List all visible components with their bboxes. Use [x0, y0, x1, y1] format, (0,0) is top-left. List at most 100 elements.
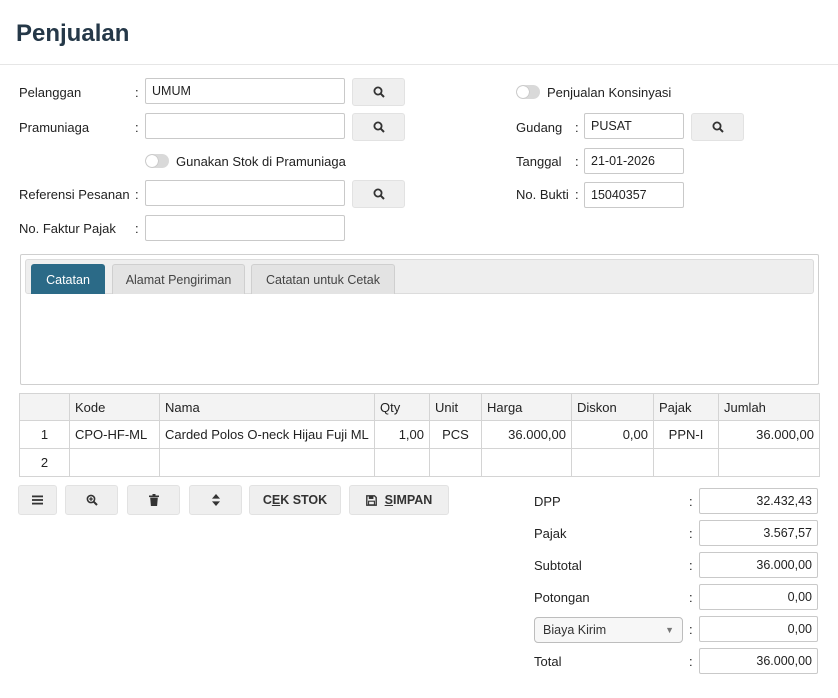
- table-row[interactable]: 2: [19, 448, 820, 477]
- referensi-colon: :: [135, 187, 139, 202]
- menu-button[interactable]: [18, 485, 57, 515]
- pajak-label: Pajak: [534, 526, 567, 541]
- cell-no: 1: [19, 420, 70, 449]
- faktur-label: No. Faktur Pajak: [19, 221, 116, 236]
- search-icon: [373, 86, 385, 98]
- gudang-colon: :: [575, 120, 579, 135]
- pajak-value: 3.567,57: [699, 520, 818, 546]
- col-header-jumlah: Jumlah: [718, 393, 820, 421]
- bukti-label: No. Bukti: [516, 187, 569, 202]
- cek-stok-button[interactable]: CEK STOK: [249, 485, 341, 515]
- faktur-input[interactable]: [145, 215, 345, 241]
- tab-catatan-cetak[interactable]: Catatan untuk Cetak: [251, 264, 395, 294]
- cell-kode[interactable]: CPO-HF-ML: [69, 420, 160, 449]
- cell-unit[interactable]: PCS: [429, 420, 482, 449]
- biaya-select-label: Biaya Kirim: [543, 623, 607, 637]
- total-label: Total: [534, 654, 562, 669]
- col-header-diskon: Diskon: [571, 393, 654, 421]
- cell-kode[interactable]: [69, 448, 160, 477]
- tanggal-input[interactable]: [584, 148, 684, 174]
- pajak-colon: :: [689, 526, 693, 541]
- items-table: Kode Nama Qty Unit Harga Diskon Pajak Ju…: [19, 393, 820, 477]
- tab-catatan[interactable]: Catatan: [31, 264, 105, 294]
- pramuniaga-search-button[interactable]: [352, 113, 405, 141]
- cell-qty[interactable]: [374, 448, 430, 477]
- potongan-label: Potongan: [534, 590, 590, 605]
- potongan-colon: :: [689, 590, 693, 605]
- cell-harga[interactable]: 36.000,00: [481, 420, 572, 449]
- simpan-rest: IMPAN: [392, 493, 433, 507]
- menu-icon: [32, 495, 43, 505]
- total-value: 36.000,00: [699, 648, 818, 674]
- col-header-qty: Qty: [374, 393, 430, 421]
- bukti-input[interactable]: [584, 182, 684, 208]
- table-header-row: Kode Nama Qty Unit Harga Diskon Pajak Ju…: [19, 393, 820, 421]
- referensi-label: Referensi Pesanan: [19, 187, 130, 202]
- cell-qty[interactable]: 1,00: [374, 420, 430, 449]
- gudang-input[interactable]: [584, 113, 684, 139]
- simpan-hotkey: S: [384, 493, 393, 507]
- gudang-search-button[interactable]: [691, 113, 744, 141]
- potongan-input[interactable]: 0,00: [699, 584, 818, 610]
- dpp-value: 32.432,43: [699, 488, 818, 514]
- bukti-colon: :: [575, 187, 579, 202]
- tab-alamat-pengiriman[interactable]: Alamat Pengiriman: [112, 264, 245, 294]
- cek-stok-hotkey: E: [271, 493, 281, 507]
- sort-button[interactable]: [189, 485, 242, 515]
- save-icon: [365, 494, 377, 506]
- search-icon: [373, 188, 385, 200]
- tanggal-label: Tanggal: [516, 154, 562, 169]
- delete-button[interactable]: [127, 485, 180, 515]
- tanggal-colon: :: [575, 154, 579, 169]
- biaya-colon: :: [689, 622, 693, 637]
- pramuniaga-colon: :: [135, 120, 139, 135]
- col-header-no: [19, 393, 70, 421]
- cell-pajak[interactable]: PPN-I: [653, 420, 719, 449]
- col-header-kode: Kode: [69, 393, 160, 421]
- subtotal-colon: :: [689, 558, 693, 573]
- subtotal-label: Subtotal: [534, 558, 582, 573]
- pelanggan-input[interactable]: [145, 78, 345, 104]
- cell-nama[interactable]: [159, 448, 375, 477]
- konsinyasi-toggle[interactable]: [516, 85, 540, 99]
- faktur-colon: :: [135, 221, 139, 236]
- table-row[interactable]: 1 CPO-HF-ML Carded Polos O-neck Hijau Fu…: [19, 420, 820, 449]
- cell-diskon[interactable]: [571, 448, 654, 477]
- col-header-pajak: Pajak: [653, 393, 719, 421]
- title-divider: [0, 64, 838, 65]
- pramuniaga-input[interactable]: [145, 113, 345, 139]
- cell-diskon[interactable]: 0,00: [571, 420, 654, 449]
- zoom-button[interactable]: [65, 485, 118, 515]
- cell-no: 2: [19, 448, 70, 477]
- zoom-icon: [86, 494, 98, 506]
- stok-pramuniaga-toggle[interactable]: [145, 154, 169, 168]
- subtotal-value: 36.000,00: [699, 552, 818, 578]
- search-icon: [373, 121, 385, 133]
- cell-jumlah: [718, 448, 820, 477]
- konsinyasi-label: Penjualan Konsinyasi: [547, 85, 672, 100]
- cell-pajak[interactable]: [653, 448, 719, 477]
- cell-nama[interactable]: Carded Polos O-neck Hijau Fuji ML: [159, 420, 375, 449]
- col-header-unit: Unit: [429, 393, 482, 421]
- cell-harga[interactable]: [481, 448, 572, 477]
- pelanggan-label: Pelanggan: [19, 85, 82, 100]
- cek-stok-prefix: C: [262, 493, 272, 507]
- total-colon: :: [689, 654, 693, 669]
- referensi-search-button[interactable]: [352, 180, 405, 208]
- chevron-down-icon: ▼: [665, 625, 674, 635]
- referensi-input[interactable]: [145, 180, 345, 206]
- cell-unit[interactable]: [429, 448, 482, 477]
- pelanggan-colon: :: [135, 85, 139, 100]
- col-header-nama: Nama: [159, 393, 375, 421]
- trash-icon: [148, 494, 159, 506]
- dpp-colon: :: [689, 494, 693, 509]
- cell-jumlah: 36.000,00: [718, 420, 820, 449]
- pelanggan-search-button[interactable]: [352, 78, 405, 106]
- cek-stok-rest: K STOK: [280, 493, 328, 507]
- dpp-label: DPP: [534, 494, 561, 509]
- sort-icon: [211, 494, 220, 506]
- simpan-button[interactable]: S IMPAN: [349, 485, 449, 515]
- biaya-input[interactable]: 0,00: [699, 616, 818, 642]
- biaya-select[interactable]: Biaya Kirim ▼: [534, 617, 683, 643]
- page-title: Penjualan: [16, 20, 130, 47]
